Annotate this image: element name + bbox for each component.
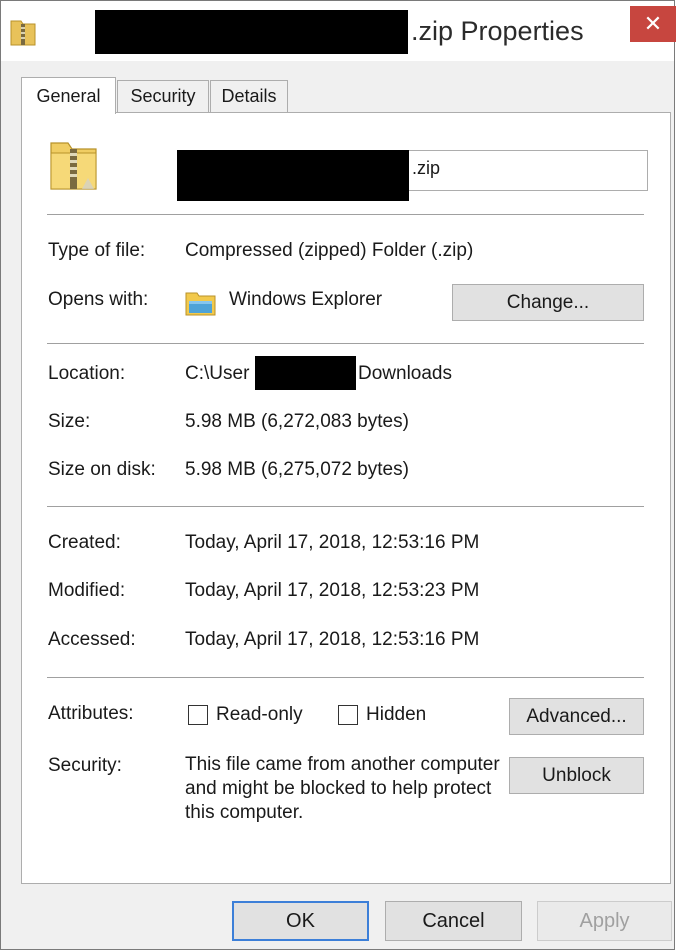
- created-value: Today, April 17, 2018, 12:53:16 PM: [185, 532, 480, 553]
- hidden-label: Hidden: [366, 704, 427, 725]
- redacted-username: [255, 356, 356, 390]
- general-panel: .zip Type of file: Compressed (zipped) F…: [21, 112, 671, 884]
- size-label: Size:: [48, 411, 91, 432]
- divider: [47, 506, 644, 507]
- modified-value: Today, April 17, 2018, 12:53:23 PM: [185, 580, 480, 601]
- windows-explorer-icon: [185, 292, 216, 316]
- apply-button[interactable]: Apply: [537, 901, 672, 941]
- accessed-label: Accessed:: [48, 629, 136, 650]
- opens-with-label: Opens with:: [48, 289, 149, 310]
- modified-label: Modified:: [48, 580, 126, 601]
- tab-security[interactable]: Security: [117, 80, 209, 112]
- created-label: Created:: [48, 532, 121, 553]
- properties-window: .zip Properties ✕ General Security Detai…: [0, 0, 676, 950]
- change-button[interactable]: Change...: [452, 284, 644, 321]
- tab-general[interactable]: General: [21, 77, 116, 114]
- opens-with-value: Windows Explorer: [229, 289, 383, 310]
- size-value: 5.98 MB (6,272,083 bytes): [185, 411, 409, 432]
- size-on-disk-value: 5.98 MB (6,275,072 bytes): [185, 459, 409, 480]
- unblock-button[interactable]: Unblock: [509, 757, 644, 794]
- accessed-value: Today, April 17, 2018, 12:53:16 PM: [185, 629, 480, 650]
- ok-button[interactable]: OK: [232, 901, 369, 941]
- readonly-checkbox[interactable]: [188, 705, 208, 725]
- zip-folder-icon: [50, 142, 97, 190]
- size-on-disk-label: Size on disk:: [48, 459, 156, 480]
- divider: [47, 343, 644, 344]
- advanced-button[interactable]: Advanced...: [509, 698, 644, 735]
- window-title: .zip Properties: [411, 16, 584, 46]
- type-label: Type of file:: [48, 240, 146, 261]
- location-suffix: Downloads: [358, 363, 452, 384]
- readonly-label: Read-only: [216, 704, 303, 725]
- redacted-filename: [177, 150, 409, 201]
- tab-details[interactable]: Details: [210, 80, 288, 112]
- attributes-label: Attributes:: [48, 703, 134, 724]
- file-name-extension: .zip: [412, 158, 441, 178]
- divider: [47, 677, 644, 678]
- location-label: Location:: [48, 363, 126, 384]
- zip-folder-icon: [10, 20, 36, 46]
- hidden-checkbox[interactable]: [338, 705, 358, 725]
- location-prefix: C:\User: [185, 363, 250, 384]
- cancel-button[interactable]: Cancel: [385, 901, 522, 941]
- close-button[interactable]: ✕: [630, 6, 676, 42]
- title-bar[interactable]: .zip Properties ✕: [1, 1, 676, 61]
- redacted-filename: [95, 10, 408, 54]
- type-value: Compressed (zipped) Folder (.zip): [185, 240, 474, 261]
- close-icon: ✕: [643, 11, 663, 36]
- security-label: Security:: [48, 755, 122, 776]
- security-message: This file came from another computer and…: [185, 754, 500, 823]
- divider: [47, 214, 644, 215]
